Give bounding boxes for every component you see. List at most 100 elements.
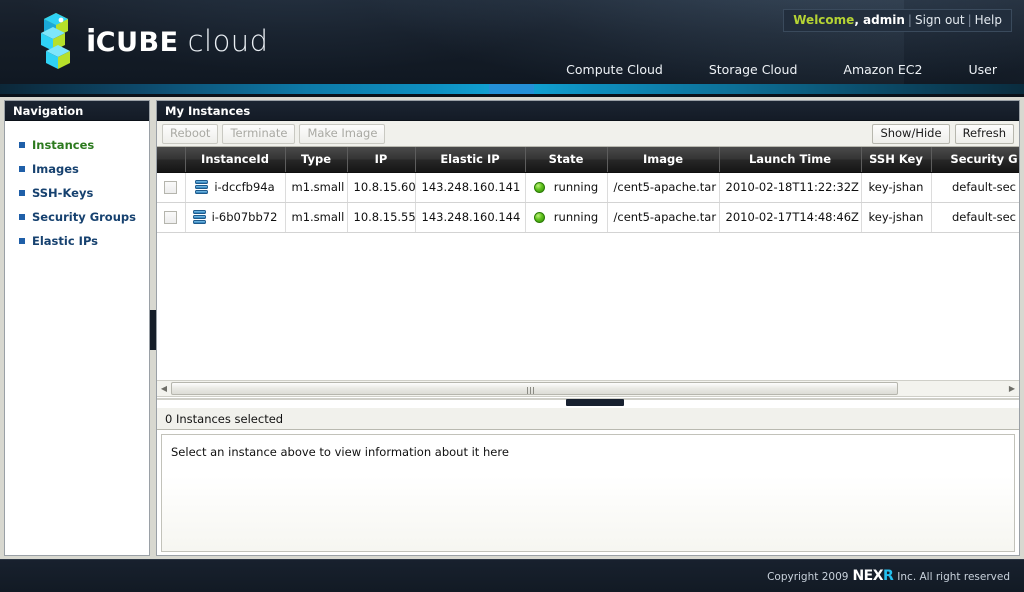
- col-elastic-ip[interactable]: Elastic IP: [415, 147, 526, 173]
- instance-icon: [195, 180, 209, 194]
- brand-i: i: [86, 24, 96, 59]
- bullet-icon: [19, 238, 25, 244]
- status-badge: running: [553, 180, 599, 194]
- col-image[interactable]: Image: [607, 147, 720, 173]
- bullet-icon: [19, 190, 25, 196]
- sidebar-item-ssh-keys[interactable]: SSH-Keys: [5, 181, 149, 205]
- brand-logo[interactable]: iCUBE cloud: [34, 10, 269, 74]
- sidebar-item-security-groups[interactable]: Security Groups: [5, 205, 149, 229]
- horizontal-scrollbar[interactable]: ◀ ▶: [157, 380, 1019, 397]
- accent-bar-highlight: [489, 84, 534, 94]
- show-hide-button[interactable]: Show/Hide: [872, 123, 950, 144]
- brand-wordmark: iCUBE cloud: [86, 27, 269, 57]
- site-footer: Copyright 2009 NEXR Inc. All right reser…: [0, 559, 1024, 592]
- table-row[interactable]: i-dccfb94a m1.small 10.8.15.60 143.248.1…: [157, 172, 1019, 203]
- panel-splitter-handle[interactable]: [566, 399, 624, 406]
- instance-icon: [192, 210, 206, 224]
- bullet-icon: [19, 142, 25, 148]
- site-header: iCUBE cloud Welcome, admin | Sign out | Help …: [0, 0, 1024, 84]
- icube-cube-icon: [34, 11, 80, 73]
- checkbox-icon[interactable]: [164, 181, 178, 194]
- sidebar-item-label: SSH-Keys: [32, 186, 94, 200]
- copyright-prefix: Copyright 2009: [767, 571, 849, 583]
- cell-elastic-ip: 143.248.160.141: [415, 172, 526, 203]
- nexr-r: R: [883, 568, 894, 584]
- cell-ssh-key: key-jshan: [861, 172, 932, 203]
- brand-cloud: cloud: [187, 24, 269, 58]
- sidebar-item-label: Elastic IPs: [32, 234, 99, 248]
- table-row[interactable]: i-6b07bb72 m1.small 10.8.15.55 143.248.1…: [157, 202, 1019, 233]
- cell-image: /cent5-apache.tar: [607, 202, 720, 233]
- page-body: Navigation Instances Images SSH-Keys Sec…: [0, 97, 1024, 559]
- instances-panel: My Instances Reboot Terminate Make Image…: [156, 100, 1020, 556]
- cell-instance-id: i-dccfb94a: [185, 172, 286, 203]
- instances-table: InstanceId Type IP Elastic IP State Imag…: [157, 147, 1019, 233]
- cell-security-group: default-sec: [931, 202, 1019, 233]
- detail-placeholder-text: Select an instance above to view informa…: [171, 445, 509, 459]
- scroll-left-arrow-icon[interactable]: ◀: [157, 381, 171, 396]
- welcome-separator-2: |: [967, 13, 972, 27]
- cell-state: running: [525, 202, 608, 233]
- cell-launch-time: 2010-02-17T14:48:46Z: [719, 202, 862, 233]
- sidebar-item-instances[interactable]: Instances: [5, 133, 149, 157]
- sign-out-link[interactable]: Sign out: [915, 13, 965, 27]
- status-dot-icon: [533, 212, 545, 223]
- cell-launch-time: 2010-02-18T11:22:32Z: [719, 172, 862, 203]
- brand-cube: CUBE: [95, 27, 179, 58]
- col-instance-id[interactable]: InstanceId: [185, 147, 286, 173]
- col-state[interactable]: State: [525, 147, 608, 173]
- refresh-button[interactable]: Refresh: [954, 123, 1014, 144]
- col-security-group[interactable]: Security G: [931, 147, 1019, 173]
- terminate-button[interactable]: Terminate: [222, 123, 296, 144]
- topnav-item-amazon-ec2[interactable]: Amazon EC2: [820, 62, 945, 77]
- navigation-panel-title: Navigation: [5, 101, 149, 121]
- instance-id-text: i-6b07bb72: [211, 210, 278, 224]
- application-window: iCUBE cloud Welcome, admin | Sign out | Help …: [0, 0, 1024, 592]
- cell-type: m1.small: [285, 202, 348, 233]
- instances-toolbar: Reboot Terminate Make Image Show/Hide Re…: [157, 121, 1019, 147]
- scroll-right-arrow-icon[interactable]: ▶: [1005, 381, 1019, 396]
- bullet-icon: [19, 166, 25, 172]
- selection-status-bar: 0 Instances selected: [157, 408, 1019, 430]
- cell-ssh-key: key-jshan: [861, 202, 932, 233]
- scrollbar-track[interactable]: [171, 381, 1005, 396]
- sidebar-item-label: Instances: [32, 138, 95, 152]
- sidebar-item-elastic-ips[interactable]: Elastic IPs: [5, 229, 149, 253]
- scrollbar-thumb[interactable]: [171, 382, 898, 395]
- welcome-bar: Welcome, admin | Sign out | Help: [783, 9, 1012, 32]
- topnav-item-user[interactable]: User: [946, 62, 1021, 77]
- cell-state: running: [525, 172, 608, 203]
- page-title: My Instances: [157, 101, 1019, 121]
- instances-grid: InstanceId Type IP Elastic IP State Imag…: [157, 147, 1019, 400]
- cell-ip: 10.8.15.55: [347, 202, 416, 233]
- cell-type: m1.small: [285, 172, 348, 203]
- cell-ip: 10.8.15.60: [347, 172, 416, 203]
- cell-image: /cent5-apache.tar: [607, 172, 720, 203]
- col-ssh-key[interactable]: SSH Key: [861, 147, 932, 173]
- nexr-nex: NEX: [852, 568, 884, 584]
- sidebar-item-images[interactable]: Images: [5, 157, 149, 181]
- help-link[interactable]: Help: [975, 13, 1002, 27]
- topnav-item-compute-cloud[interactable]: Compute Cloud: [543, 62, 686, 77]
- status-badge: running: [553, 210, 599, 224]
- row-checkbox-cell[interactable]: [157, 202, 186, 233]
- row-checkbox-cell[interactable]: [157, 172, 186, 203]
- reboot-button[interactable]: Reboot: [162, 123, 219, 144]
- status-dot-icon: [533, 182, 545, 193]
- nexr-logo: NEXR: [852, 568, 893, 584]
- welcome-label: Welcome: [793, 13, 855, 27]
- table-header-row: InstanceId Type IP Elastic IP State Imag…: [157, 147, 1019, 173]
- welcome-separator-1: |: [907, 13, 912, 27]
- make-image-button[interactable]: Make Image: [299, 123, 386, 144]
- cell-instance-id: i-6b07bb72: [185, 202, 286, 233]
- scrollbar-grip-icon: [527, 387, 536, 394]
- bullet-icon: [19, 214, 25, 220]
- col-select-all[interactable]: [157, 147, 186, 173]
- col-ip[interactable]: IP: [347, 147, 416, 173]
- cell-elastic-ip: 143.248.160.144: [415, 202, 526, 233]
- checkbox-icon[interactable]: [164, 211, 178, 224]
- instance-id-text: i-dccfb94a: [214, 180, 275, 194]
- topnav-item-storage-cloud[interactable]: Storage Cloud: [686, 62, 821, 77]
- col-type[interactable]: Type: [285, 147, 348, 173]
- col-launch-time[interactable]: Launch Time: [719, 147, 862, 173]
